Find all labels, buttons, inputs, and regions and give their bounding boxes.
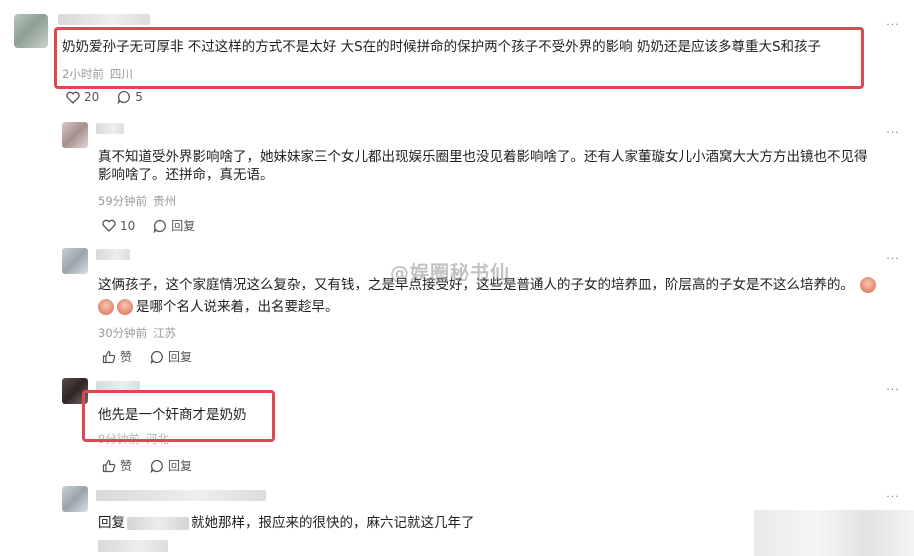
comment-actions: 赞 回复 <box>102 348 210 365</box>
comment-meta <box>98 540 168 552</box>
avatar[interactable] <box>62 486 88 512</box>
comment-meta: 30分钟前 江苏 <box>98 325 182 341</box>
comment-text-part: 是哪个名人说来着，出名要趁早。 <box>136 299 339 315</box>
comment-actions: 20 5 <box>66 90 161 104</box>
emoji-icon <box>860 277 876 293</box>
comment-location: 贵州 <box>153 194 177 208</box>
username[interactable] <box>96 249 130 260</box>
comment-location: 江苏 <box>153 326 177 340</box>
heart-icon <box>102 219 116 232</box>
comment-text-part: 就她那样，报应来的很快的，麻六记就这几年了 <box>191 515 475 531</box>
username[interactable] <box>58 14 150 25</box>
like-button[interactable]: 20 <box>66 90 99 104</box>
reply-button[interactable]: 回复 <box>150 457 192 474</box>
avatar[interactable] <box>62 248 88 274</box>
comment-actions: 赞 回复 <box>102 457 210 474</box>
like-button[interactable]: 赞 <box>102 348 132 365</box>
comment-text: 回复 就她那样，报应来的很快的，麻六记就这几年了 <box>98 512 475 534</box>
more-options-icon[interactable]: ··· <box>884 126 902 140</box>
comment-time: 30分钟前 <box>98 326 148 340</box>
comment-icon <box>150 459 163 473</box>
reply-button[interactable]: 回复 <box>153 217 195 234</box>
comment-text-cont: 影响啥了。还拼命，真无语。 <box>98 167 274 183</box>
reply-label: 回复 <box>168 459 193 473</box>
comment-icon <box>117 90 131 104</box>
reply-label: 回复 <box>171 219 196 233</box>
comment-text-cont: 是哪个名人说来着，出名要趁早。 <box>98 296 339 318</box>
thumbs-up-icon <box>102 350 116 363</box>
comment-icon <box>153 219 167 233</box>
more-options-icon[interactable]: ··· <box>884 490 902 504</box>
heart-icon <box>66 91 80 104</box>
avatar[interactable] <box>62 122 88 148</box>
highlight-box <box>54 27 864 89</box>
like-count: 10 <box>120 218 136 233</box>
like-label: 赞 <box>120 459 133 473</box>
comment-actions: 10 回复 <box>102 217 213 234</box>
username[interactable] <box>96 490 266 501</box>
like-label: 赞 <box>120 350 133 364</box>
highlight-box <box>82 390 275 442</box>
reply-count: 5 <box>135 90 143 104</box>
reply-prefix: 回复 <box>98 515 125 531</box>
blurred-region <box>754 510 914 556</box>
comment-meta: 59分钟前 贵州 <box>98 193 182 209</box>
more-options-icon[interactable]: ··· <box>884 252 902 266</box>
emoji-icon <box>117 299 133 315</box>
watermark: @娱圈秘书仙 <box>390 262 511 284</box>
more-options-icon[interactable]: ··· <box>884 383 902 397</box>
username[interactable] <box>96 123 124 134</box>
thumbs-up-icon <box>102 459 116 472</box>
comment-time: 59分钟前 <box>98 194 148 208</box>
reply-button[interactable]: 5 <box>117 90 143 104</box>
reply-button[interactable]: 回复 <box>150 348 192 365</box>
comment-text-part: 这俩孩子，这个家庭情况这么复杂，又有钱， <box>98 277 368 293</box>
comment-icon <box>150 350 163 364</box>
like-count: 20 <box>84 90 100 104</box>
reply-label: 回复 <box>168 350 193 364</box>
mentioned-user[interactable] <box>127 516 189 530</box>
avatar[interactable] <box>14 14 48 48</box>
like-button[interactable]: 赞 <box>102 457 132 474</box>
emoji-icon <box>98 299 114 315</box>
like-button[interactable]: 10 <box>102 219 135 233</box>
more-options-icon[interactable]: ··· <box>884 18 902 32</box>
